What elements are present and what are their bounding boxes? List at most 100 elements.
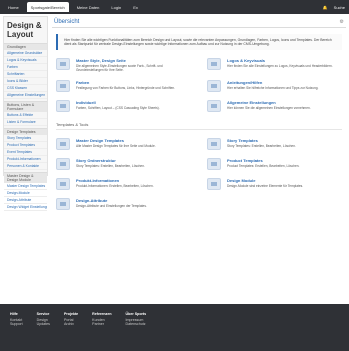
card[interactable]: Logos & Keyvisuals Hier finden Sie alle … (207, 58, 342, 72)
card[interactable]: Master Design Templates Alle Master Desi… (56, 138, 191, 151)
card-icon (207, 158, 221, 171)
footer-link[interactable]: Updates (37, 322, 50, 326)
card-title[interactable]: Product Templates (227, 158, 299, 163)
card-icon (207, 80, 221, 93)
intro-text: Hier finden Sie alle wichtigen Funktiona… (56, 34, 342, 51)
card-text: Hier können Sie die allgemeinen Einstell… (227, 106, 311, 111)
nav-item[interactable]: Design-Module (4, 190, 47, 197)
card-title[interactable]: Design Module (227, 178, 303, 183)
page-title: Übersicht ⚙ (52, 16, 346, 28)
card[interactable]: Product Templates Product Templates: Ers… (207, 158, 342, 171)
card-icon (207, 138, 221, 151)
card-title[interactable]: Allgemeine Einstellungen (227, 100, 311, 105)
card-text: Design-Module sind einzelne Elemente für… (227, 184, 304, 189)
card-text: Hier erhalten Sie hilfreiche Information… (227, 86, 319, 91)
card-text: Alle Master Design Templates für Ihre Se… (76, 144, 156, 149)
card-title[interactable]: Master Style, Design Seite (76, 58, 191, 63)
card-icon (56, 80, 70, 93)
nav-item[interactable]: CSS Klassen (4, 85, 47, 92)
card[interactable]: Story Ordnerstruktur Story Templates: Er… (56, 158, 191, 171)
search-link[interactable]: Suche (334, 5, 345, 10)
card-icon (56, 138, 70, 151)
footer-heading: Projekte (63, 312, 79, 316)
card-icon (56, 178, 70, 191)
section-title: Templates & Tools (56, 122, 342, 131)
card-text: Product Templates: Erstellen, Bearbeiten… (227, 164, 300, 169)
footer-heading: Über Sports (125, 312, 147, 316)
top-navigation-bar: Home Sportsgate/Bereich Meine Daten Logi… (0, 0, 349, 14)
card-icon (207, 178, 221, 191)
nav-item[interactable]: Personen & Kontakte (4, 163, 47, 170)
footer-col: Referenzen Kunden Partner (92, 312, 111, 343)
nav-item[interactable]: Listen & Formulare (4, 119, 47, 126)
footer-link[interactable]: Archiv (64, 322, 78, 326)
topbar-right: 🔔 Suche (323, 5, 345, 10)
bell-icon[interactable]: 🔔 (323, 5, 328, 10)
card-title[interactable]: Produkt-Informationen (76, 178, 154, 183)
nav-item[interactable]: Event Templates (4, 149, 47, 156)
overview-cards: Master Style, Design Seite Die allgemein… (56, 58, 342, 113)
nav-item[interactable]: Product Templates (4, 142, 47, 149)
nav-item[interactable]: Design Widget Einstellungen (4, 204, 47, 211)
card-text: Story Templates: Erstellen, Bearbeiten, … (227, 144, 296, 149)
footer-heading: Hilfe (10, 312, 18, 316)
card-title[interactable]: Farben (76, 80, 175, 85)
card-icon (207, 100, 221, 113)
card[interactable]: Allgemeine Einstellungen Hier können Sie… (207, 100, 342, 113)
page-title-text: Übersicht (54, 19, 80, 25)
nav-item[interactable]: Icons & Bilder (4, 78, 47, 85)
nav-item[interactable]: Buttons & Effekte (4, 112, 47, 119)
footer-link[interactable]: Datenschutz (126, 322, 147, 326)
card-title[interactable]: Story Templates (227, 138, 296, 143)
card-text: Farben, Schriften, Layout – (CSS Cascadi… (76, 106, 160, 111)
footer-col: Service Design Updates (37, 312, 50, 343)
card[interactable]: Produkt-Informationen Produkt-Informatio… (56, 178, 191, 191)
nav-section-title: Grundlagen (4, 43, 47, 50)
card-icon (207, 58, 221, 71)
card-text: Hier finden Sie alle Einstellungen zu Lo… (227, 64, 333, 69)
card[interactable]: Story Templates Story Templates: Erstell… (207, 138, 342, 151)
card-icon (56, 100, 70, 113)
nav-section-title: Design Templates (4, 128, 47, 135)
card-text: Die allgemeinen Style-Einstellungen sowi… (76, 64, 163, 73)
tab-sportsgate[interactable]: Sportsgate/Bereich (26, 2, 69, 12)
nav-item[interactable]: Story Templates (4, 135, 47, 142)
footer-link[interactable]: Support (10, 322, 23, 326)
card-text: Produkt-Informationen: Erstellen, Bearbe… (76, 184, 154, 189)
card-text: Design-Attribute und Einstellungen der T… (76, 204, 147, 209)
footer-heading: Service (36, 312, 50, 316)
tab-home[interactable]: Home (4, 2, 23, 12)
nav-item[interactable]: Allgemeine Einstellungen (4, 92, 47, 99)
main-content: Übersicht ⚙ Hier finden Sie alle wichtig… (52, 16, 346, 306)
card-title[interactable]: Story Ordnerstruktur (76, 158, 145, 163)
nav-item[interactable]: Farben (4, 64, 47, 71)
tab-ex[interactable]: Ex (129, 2, 142, 12)
card[interactable]: Design Module Design-Module sind einzeln… (207, 178, 342, 191)
nav-item[interactable]: Schriftarten (4, 71, 47, 78)
card-icon (56, 58, 70, 71)
card-icon (56, 198, 70, 211)
nav-item[interactable]: Design-Attribute (4, 197, 47, 204)
card[interactable]: Design-Attribute Design-Attribute und Ei… (56, 198, 191, 211)
footer-col: Hilfe Kontakt Support (10, 312, 23, 343)
card-title[interactable]: Master Design Templates (76, 138, 156, 143)
footer-link[interactable]: Partner (92, 322, 111, 326)
card[interactable]: Farben Festlegung von Farben für Buttons… (56, 80, 191, 93)
card[interactable]: Individuell Farben, Schriften, Layout – … (56, 100, 191, 113)
gear-icon[interactable]: ⚙ (340, 19, 344, 25)
nav-item[interactable]: Logos & Keyvisuals (4, 57, 47, 64)
card-title[interactable]: Anleitungen/Hilfen (227, 80, 318, 85)
card[interactable]: Master Style, Design Seite Die allgemein… (56, 58, 191, 72)
card-title[interactable]: Individuell (76, 100, 160, 105)
footer: Hilfe Kontakt Support Service Design Upd… (0, 304, 349, 351)
tab-meine-daten[interactable]: Meine Daten (73, 2, 104, 12)
card-text: Story Templates: Erstellen, Bearbeiten, … (76, 164, 145, 169)
nav-item[interactable]: Produkt-Informationen (4, 156, 47, 163)
tab-login[interactable]: Login (107, 2, 125, 12)
nav-item[interactable]: Master Design Templates (4, 183, 47, 190)
card-title[interactable]: Design-Attribute (76, 198, 147, 203)
nav-item[interactable]: Allgemeine Grundsätze (4, 50, 47, 57)
card[interactable]: Anleitungen/Hilfen Hier erhalten Sie hil… (207, 80, 342, 93)
card-title[interactable]: Logos & Keyvisuals (227, 58, 333, 63)
template-cards: Master Design Templates Alle Master Desi… (56, 138, 342, 211)
